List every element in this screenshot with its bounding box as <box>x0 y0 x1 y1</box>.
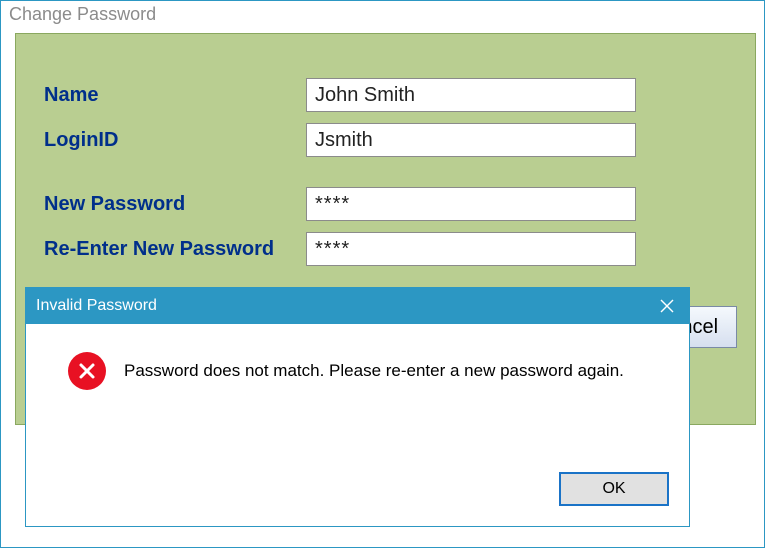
row-loginid: LoginID <box>44 123 727 157</box>
row-newpassword: New Password <box>44 187 727 221</box>
change-password-window: Change Password Name LoginID New Passwor… <box>0 0 765 548</box>
dialog-ok-button[interactable]: OK <box>559 472 669 506</box>
invalid-password-dialog: Invalid Password Password does not match… <box>25 287 690 527</box>
label-newpassword: New Password <box>44 193 306 216</box>
label-reenter: Re-Enter New Password <box>44 238 306 261</box>
form: Name LoginID New Password Re-Enter New P… <box>16 34 755 266</box>
close-icon[interactable] <box>655 294 679 318</box>
dialog-buttons: OK <box>559 472 669 506</box>
dialog-title: Invalid Password <box>36 297 157 315</box>
label-name: Name <box>44 84 306 107</box>
row-name: Name <box>44 78 727 112</box>
error-icon <box>68 352 106 390</box>
label-loginid: LoginID <box>44 129 306 152</box>
loginid-input[interactable] <box>306 123 636 157</box>
row-reenter: Re-Enter New Password <box>44 232 727 266</box>
dialog-message: Password does not match. Please re-enter… <box>124 361 624 381</box>
dialog-titlebar: Invalid Password <box>26 288 689 324</box>
name-input[interactable] <box>306 78 636 112</box>
newpassword-input[interactable] <box>306 187 636 221</box>
dialog-body: Password does not match. Please re-enter… <box>26 324 689 418</box>
reenter-input[interactable] <box>306 232 636 266</box>
window-title: Change Password <box>1 1 764 28</box>
